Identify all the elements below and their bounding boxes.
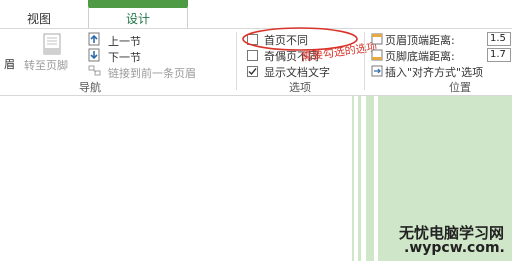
group-label-navigation: 导航	[79, 81, 101, 94]
footer-bottom-distance-icon	[371, 49, 383, 61]
tab-view[interactable]: 视图	[14, 10, 64, 28]
header-top-distance-icon	[371, 33, 383, 45]
page-edge-line	[366, 96, 374, 261]
tab-design[interactable]: 设计	[88, 6, 188, 28]
insert-alignment-tab-icon	[371, 65, 383, 77]
previous-section-icon	[88, 32, 102, 46]
header-top-distance-label: 页眉顶端距离:	[385, 34, 455, 47]
ribbon-tab-bar	[0, 0, 512, 28]
header-top-distance-input[interactable]: 1.5	[487, 32, 511, 46]
footer-bottom-distance-input[interactable]: 1.7	[487, 48, 511, 62]
link-to-previous-icon	[88, 64, 102, 78]
goto-footer-icon	[40, 33, 64, 55]
page-edge-line	[358, 96, 361, 261]
group-divider	[236, 32, 237, 90]
show-document-text-checkbox[interactable]	[247, 66, 258, 77]
header-button-partial-label[interactable]: 眉	[4, 56, 15, 72]
group-label-position: 位置	[449, 81, 471, 94]
previous-section-button[interactable]: 上一节	[108, 33, 141, 49]
show-document-text-label[interactable]: 显示文档文字	[264, 64, 330, 80]
footer-bottom-distance-label: 页脚底端距离:	[385, 50, 455, 63]
next-section-icon	[88, 48, 102, 62]
link-to-previous-button[interactable]: 链接到前一条页眉	[108, 65, 196, 81]
next-section-button[interactable]: 下一节	[108, 49, 141, 65]
watermark-url: .wypcw.com.	[404, 240, 505, 256]
goto-footer-button[interactable]: 转至页脚	[24, 57, 68, 73]
group-divider	[364, 32, 365, 90]
checkmark-icon	[248, 68, 257, 76]
page-edge-line	[352, 96, 354, 261]
insert-alignment-tab-button[interactable]: 插入"对齐方式"选项	[385, 64, 483, 80]
group-label-options: 选项	[289, 81, 311, 94]
